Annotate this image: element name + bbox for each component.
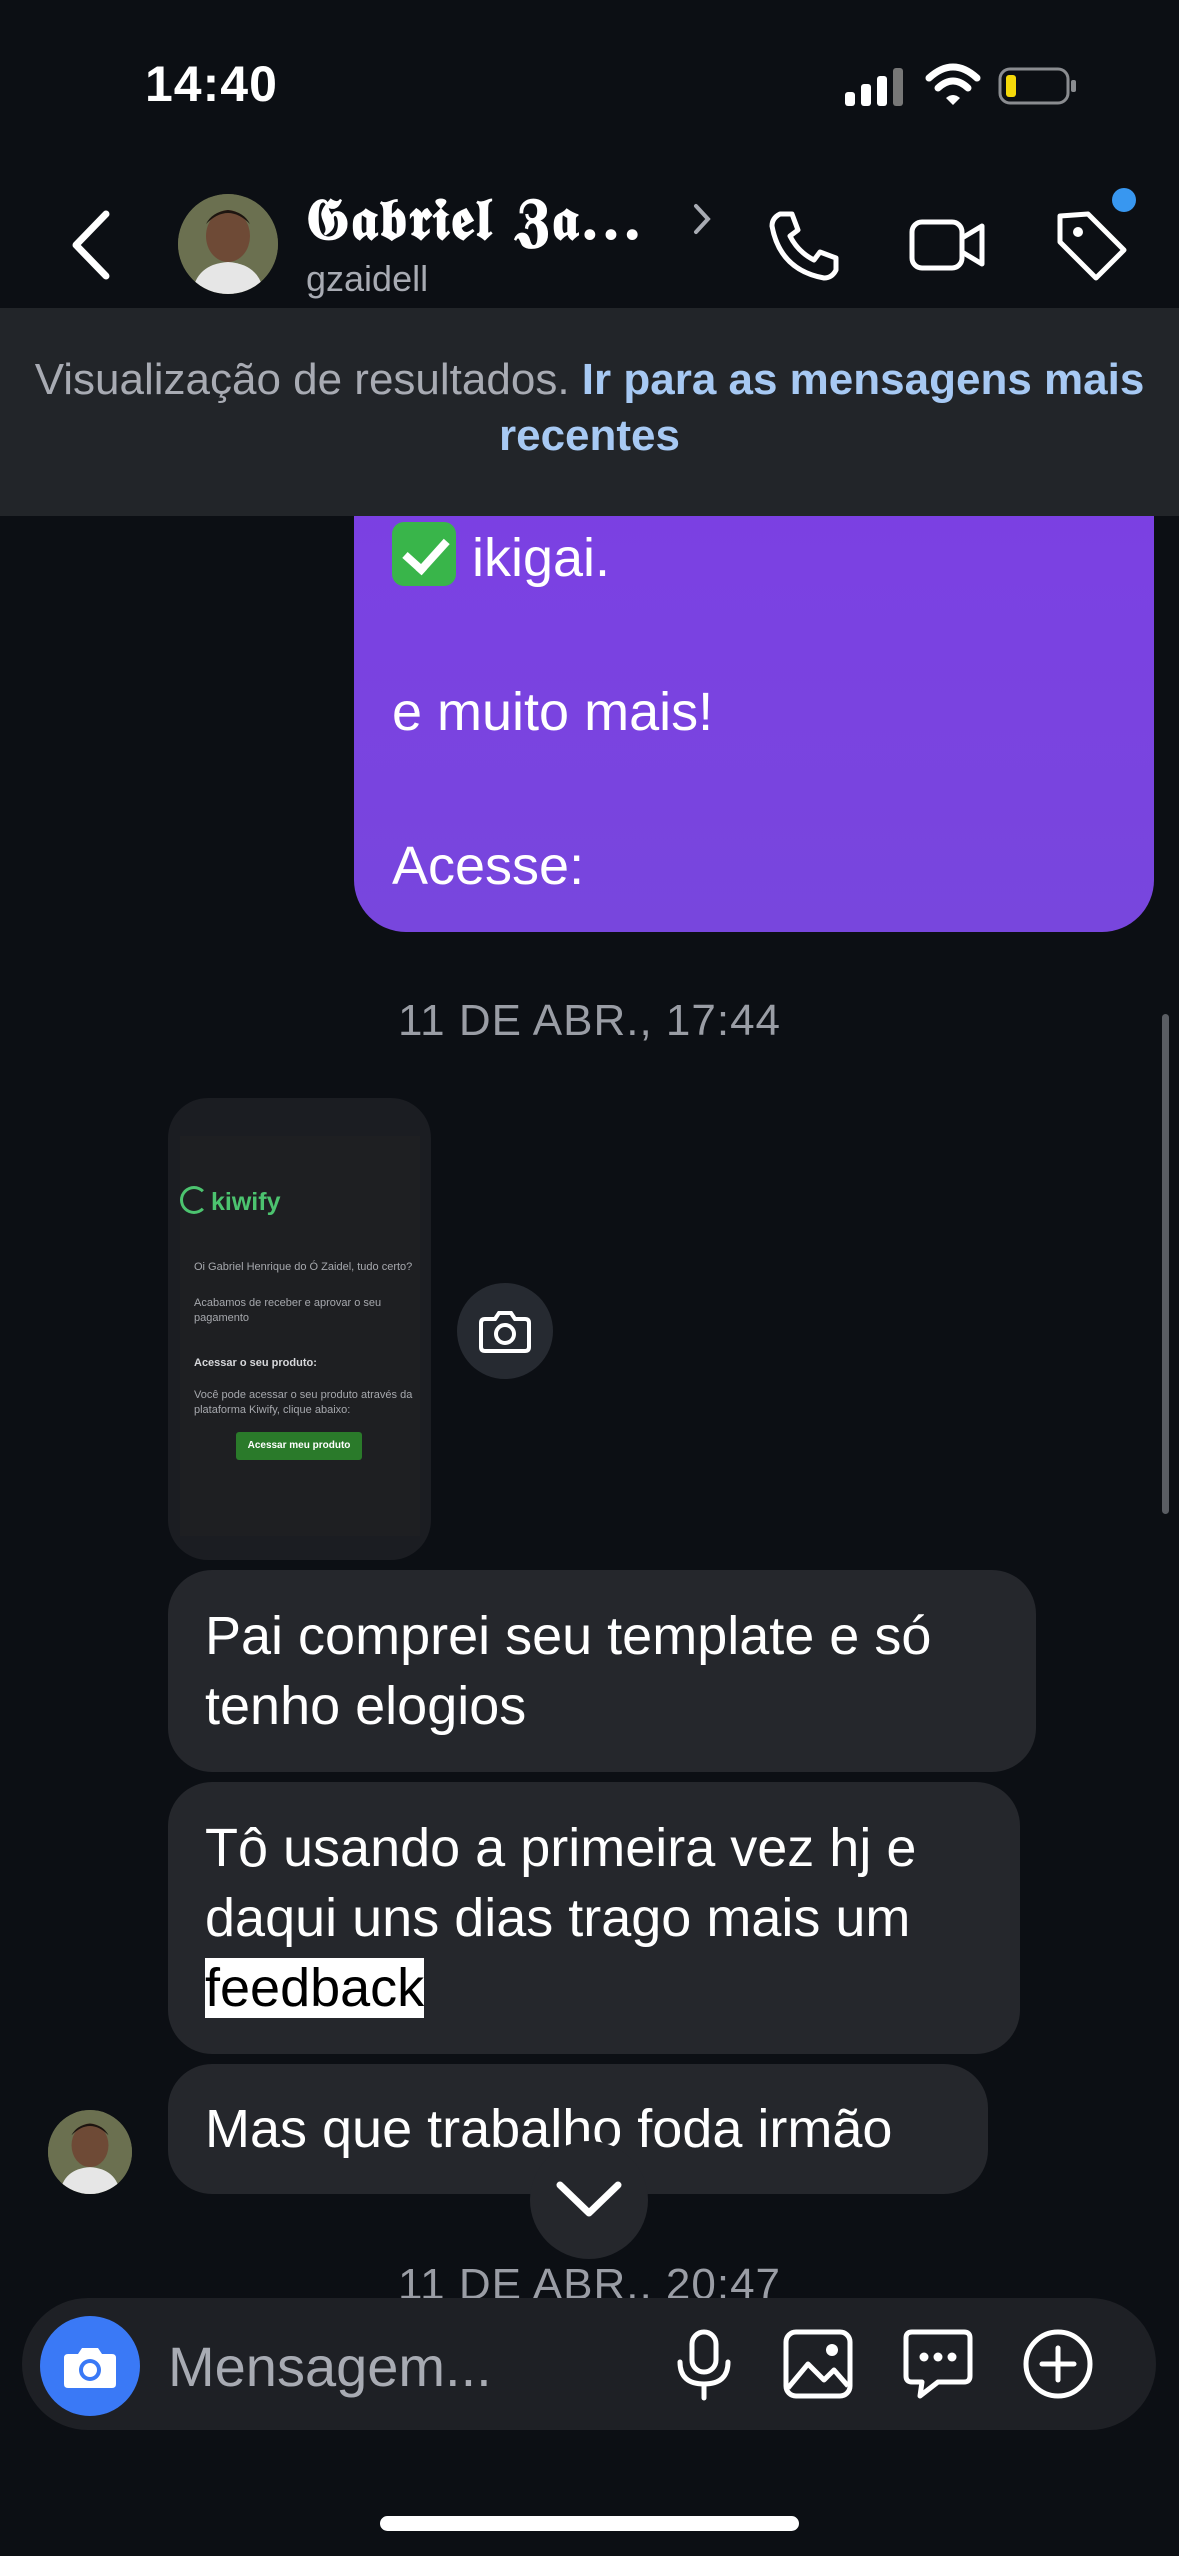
check-emoji-icon	[392, 522, 456, 586]
email-instructions: Você pode acessar o seu produto através …	[194, 1389, 413, 1416]
contact-name[interactable]: 𝕲𝖆𝖇𝖗𝖎𝖊𝖑 𝖅𝖆...	[305, 185, 643, 254]
add-icon[interactable]	[1018, 2324, 1098, 2404]
contact-username: gzaidell	[306, 258, 429, 299]
kiwify-logo: kiwify	[180, 1186, 280, 1217]
email-access-button: Acessar meu produto	[236, 1432, 362, 1460]
scroll-to-bottom-button[interactable]	[530, 2141, 648, 2259]
sent-message-text: ikigai. e muito mais! Acesse:	[392, 520, 713, 905]
sender-avatar[interactable]	[48, 2110, 132, 2194]
chevron-down-icon	[556, 2181, 622, 2217]
chevron-right-icon[interactable]	[690, 198, 716, 240]
email-section-title: Acessar o seu produto:	[194, 1357, 317, 1369]
sticker-chat-icon[interactable]	[898, 2324, 978, 2404]
email-greeting: Oi Gabriel Henrique do Ó Zaidel, tudo ce…	[194, 1261, 413, 1273]
search-highlight: feedback	[205, 1958, 425, 2018]
message-input[interactable]	[168, 2318, 648, 2414]
email-body-text: Acabamos de receber e aprovar o seu paga…	[194, 1297, 382, 1324]
email-screenshot-preview[interactable]: kiwify Oi Gabriel Henrique do Ó Zaidel, …	[168, 1098, 431, 1560]
jump-to-recent-link[interactable]: Ir para as mensagens mais recentes	[499, 355, 1144, 460]
received-message-text: Tô usando a primeira vez hj e daqui uns …	[205, 1818, 917, 2018]
contact-avatar[interactable]	[178, 194, 278, 294]
scrollbar[interactable]	[1162, 1014, 1169, 1514]
received-message-text: Pai comprei seu template e só tenho elog…	[205, 1606, 932, 1736]
notification-dot	[1112, 188, 1136, 212]
cellular-signal-icon	[845, 68, 907, 106]
search-results-banner: Visualização de resultados. Ir para as m…	[0, 308, 1179, 516]
wifi-icon	[925, 63, 981, 105]
view-photo-button[interactable]	[457, 1283, 553, 1379]
camera-icon	[479, 1311, 531, 1353]
back-button[interactable]	[62, 200, 122, 290]
phone-call-icon[interactable]	[766, 206, 844, 284]
kiwify-logo-icon	[180, 1186, 208, 1214]
video-call-icon[interactable]	[908, 206, 986, 284]
gallery-icon[interactable]	[778, 2324, 858, 2404]
camera-icon	[64, 2348, 116, 2388]
home-indicator[interactable]	[380, 2516, 799, 2531]
tag-icon[interactable]	[1052, 206, 1130, 284]
microphone-icon[interactable]	[664, 2324, 744, 2404]
banner-text: Visualização de resultados.	[34, 355, 570, 404]
status-time: 14:40	[145, 56, 278, 112]
message-timestamp: 11 DE ABR., 17:44	[397, 996, 782, 1045]
battery-icon	[998, 67, 1076, 105]
camera-button[interactable]	[40, 2316, 140, 2416]
